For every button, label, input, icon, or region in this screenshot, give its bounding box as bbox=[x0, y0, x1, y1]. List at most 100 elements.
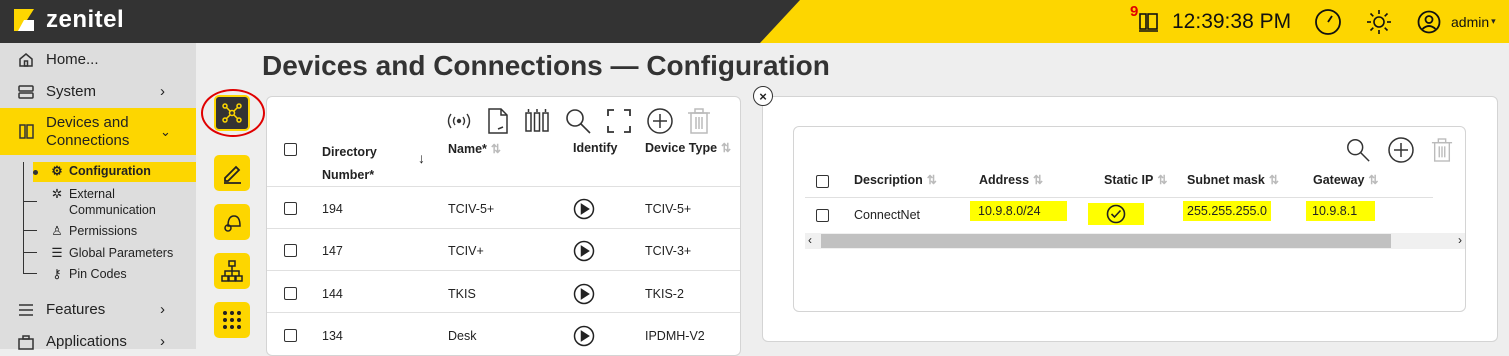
sliders-icon: ☰ bbox=[51, 246, 63, 260]
col-directory-number[interactable]: Directory Number* bbox=[322, 141, 377, 187]
chevron-right-icon: › bbox=[160, 83, 165, 100]
row-checkbox[interactable] bbox=[284, 329, 297, 342]
scrollbar-thumb[interactable] bbox=[821, 234, 1391, 248]
sidebar-item-applications[interactable]: Applications › bbox=[0, 329, 196, 354]
network-icon: ✲ bbox=[51, 187, 63, 201]
cell-directory: 134 bbox=[322, 329, 343, 343]
add-icon[interactable] bbox=[1387, 136, 1415, 164]
server-icon bbox=[18, 84, 34, 99]
hierarchy-button[interactable] bbox=[214, 253, 250, 289]
play-icon[interactable] bbox=[573, 198, 595, 220]
columns-icon[interactable] bbox=[523, 107, 551, 135]
sub-item-label: Configuration bbox=[69, 163, 151, 178]
user-name: admin bbox=[1451, 13, 1490, 30]
search-icon[interactable] bbox=[1345, 137, 1371, 163]
tree-dot bbox=[33, 170, 38, 175]
sun-icon bbox=[1367, 9, 1391, 34]
scroll-left-icon[interactable]: ‹ bbox=[808, 233, 812, 247]
sub-item-configuration[interactable]: ⚙ Configuration bbox=[50, 163, 151, 179]
sidebar-item-devices[interactable]: Devices and Connections ⌄ bbox=[0, 108, 196, 155]
col-name[interactable]: Name* ⇅ bbox=[448, 142, 501, 156]
fullscreen-icon[interactable] bbox=[605, 107, 633, 135]
sub-item-pin-codes[interactable]: ⚷ Pin Codes bbox=[50, 266, 127, 282]
logo[interactable]: zenitel bbox=[10, 6, 124, 34]
cell-address: 10.9.8.0/24 bbox=[970, 201, 1067, 221]
sort-icon: ⇅ bbox=[1033, 173, 1044, 187]
time-settings-button[interactable] bbox=[1314, 0, 1342, 43]
sitemap-icon bbox=[221, 260, 243, 282]
sidebar-item-home[interactable]: Home... bbox=[0, 47, 196, 72]
row-checkbox[interactable] bbox=[284, 287, 297, 300]
sub-item-global-parameters[interactable]: ☰ Global Parameters bbox=[50, 245, 174, 261]
select-all-checkbox[interactable] bbox=[816, 175, 829, 188]
check-circle-icon bbox=[1106, 204, 1126, 224]
col-device-type[interactable]: Device Type ⇅ bbox=[645, 141, 731, 155]
devices-panel bbox=[266, 96, 741, 356]
pencil-icon bbox=[224, 165, 241, 184]
list-icon bbox=[19, 303, 33, 316]
cell-directory: 194 bbox=[322, 202, 343, 216]
col-label: Name* bbox=[448, 142, 487, 156]
zenitel-logo-icon bbox=[14, 9, 34, 31]
tree-line bbox=[23, 162, 24, 274]
clock-icon bbox=[1315, 8, 1341, 35]
play-icon[interactable] bbox=[573, 283, 595, 305]
network-nodes-icon bbox=[222, 103, 242, 123]
device-status-icon bbox=[1139, 12, 1158, 32]
col-address[interactable]: Address ⇅ bbox=[979, 173, 1043, 187]
sort-down-icon[interactable]: ↓ bbox=[418, 150, 425, 166]
col-subnet-mask[interactable]: Subnet mask ⇅ bbox=[1187, 173, 1279, 187]
connections-view-button[interactable] bbox=[214, 95, 250, 131]
broadcast-icon[interactable] bbox=[445, 108, 473, 134]
document-icon[interactable] bbox=[486, 107, 510, 135]
cell-name: TCIV+ bbox=[448, 244, 484, 258]
devices-toolbar bbox=[445, 107, 711, 135]
col-description[interactable]: Description ⇅ bbox=[854, 173, 937, 187]
devices-icon bbox=[19, 124, 34, 139]
row-checkbox[interactable] bbox=[284, 244, 297, 257]
scroll-right-icon[interactable]: › bbox=[1458, 233, 1462, 247]
select-all-checkbox[interactable] bbox=[284, 143, 297, 156]
devices-status-button[interactable] bbox=[1137, 0, 1161, 43]
play-icon[interactable] bbox=[573, 240, 595, 262]
row-checkbox[interactable] bbox=[816, 209, 829, 222]
tree-tick bbox=[23, 252, 37, 253]
bell-gear-icon bbox=[224, 215, 241, 232]
cell-name: TCIV-5+ bbox=[448, 202, 495, 216]
edit-button[interactable] bbox=[214, 155, 250, 191]
search-icon[interactable] bbox=[564, 107, 592, 135]
col-label: Subnet mask bbox=[1187, 173, 1265, 187]
grid-menu-button[interactable] bbox=[214, 302, 250, 338]
row-checkbox[interactable] bbox=[284, 202, 297, 215]
sub-item-label: Pin Codes bbox=[69, 266, 127, 281]
horizontal-scrollbar[interactable]: ‹ › bbox=[805, 233, 1465, 249]
brightness-button[interactable] bbox=[1366, 0, 1392, 43]
col-identify[interactable]: Identify bbox=[573, 141, 617, 155]
trash-icon[interactable] bbox=[687, 107, 711, 135]
logo-text: zenitel bbox=[46, 6, 125, 33]
sidebar-item-features[interactable]: Features › bbox=[0, 297, 196, 322]
briefcase-icon bbox=[18, 334, 34, 350]
col-label: Directory bbox=[322, 145, 377, 159]
row-divider bbox=[805, 197, 1433, 198]
sub-item-label: Global Parameters bbox=[69, 245, 174, 260]
row-divider bbox=[267, 228, 740, 229]
col-gateway[interactable]: Gateway ⇅ bbox=[1313, 173, 1378, 187]
highlighted-value: 10.9.8.0/24 bbox=[970, 201, 1067, 221]
sidebar-item-label: Devices and Connections bbox=[46, 113, 130, 149]
sidebar-item-system[interactable]: System › bbox=[0, 79, 196, 104]
cell-static-ip bbox=[1088, 203, 1144, 225]
col-static-ip[interactable]: Static IP ⇅ bbox=[1104, 173, 1167, 187]
sort-icon: ⇅ bbox=[926, 173, 937, 187]
trash-icon[interactable] bbox=[1431, 136, 1453, 164]
sidebar-item-label: Features bbox=[46, 301, 106, 318]
cell-gateway: 10.9.8.1 bbox=[1306, 201, 1376, 221]
sub-item-permissions[interactable]: ♙ Permissions bbox=[50, 223, 137, 239]
sub-item-external-communication[interactable]: ✲ External Communication bbox=[50, 186, 164, 218]
settings-bell-button[interactable] bbox=[214, 204, 250, 240]
cell-directory: 147 bbox=[322, 244, 343, 258]
play-icon[interactable] bbox=[573, 325, 595, 347]
close-icon[interactable]: × bbox=[753, 86, 773, 106]
add-icon[interactable] bbox=[646, 107, 674, 135]
user-menu[interactable]: admin ▾ bbox=[1417, 0, 1496, 43]
